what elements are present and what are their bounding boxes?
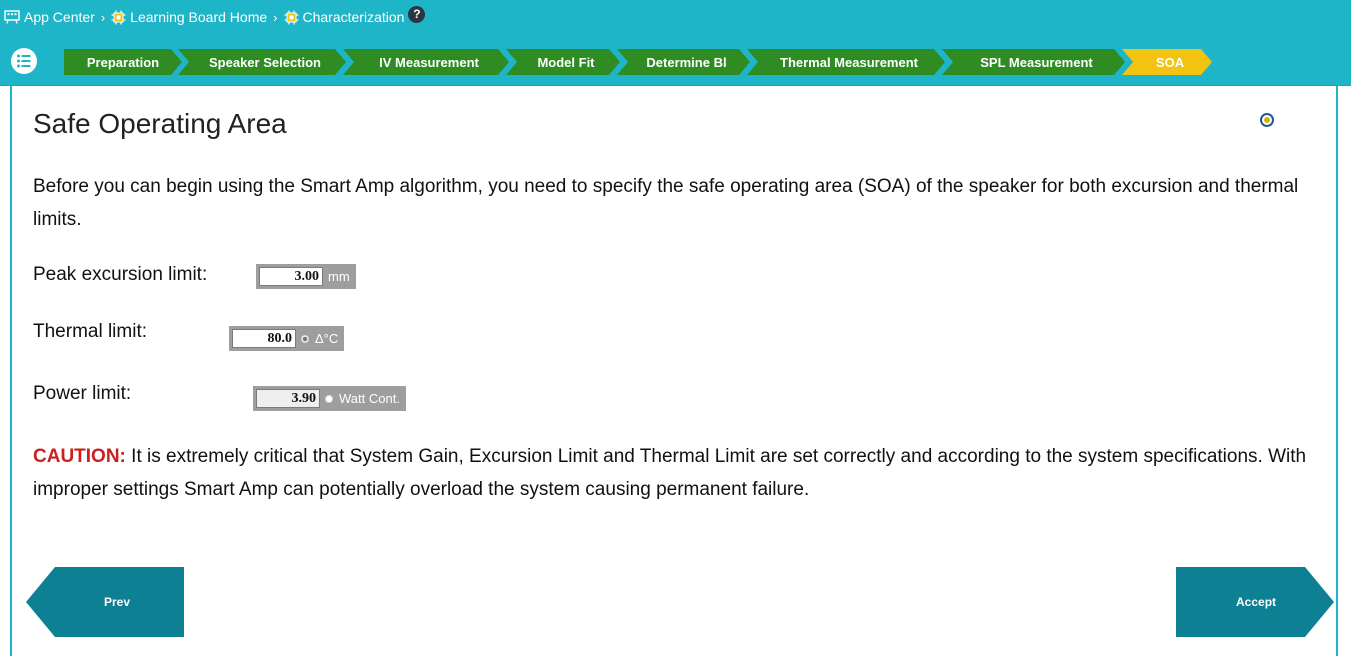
accept-button[interactable]: Accept [1176, 567, 1334, 637]
step-determine-bl[interactable]: Determine Bl [617, 49, 750, 75]
step-thermal-measurement[interactable]: Thermal Measurement [747, 49, 945, 75]
step-label: IV Measurement [379, 54, 479, 70]
breadcrumb-app-center[interactable]: App Center [4, 9, 95, 25]
chevron-right-icon: › [273, 9, 278, 25]
excursion-unit: mm [328, 269, 350, 284]
step-spl-measurement[interactable]: SPL Measurement [942, 49, 1125, 75]
breadcrumb-learning-board-home[interactable]: Learning Board Home [111, 9, 267, 25]
radio-selected-icon[interactable] [301, 334, 309, 343]
breadcrumb-label: App Center [24, 9, 95, 25]
step-model-fit[interactable]: Model Fit [506, 49, 620, 75]
caution-message: It is extremely critical that System Gai… [33, 446, 1307, 500]
power-input[interactable] [256, 389, 320, 408]
power-field: Watt Cont. [253, 386, 406, 411]
breadcrumb: App Center › Learning Board Home › Chara… [4, 5, 426, 27]
step-speaker-selection[interactable]: Speaker Selection [178, 49, 346, 75]
thermal-unit: Δ°C [315, 331, 339, 346]
step-label: Model Fit [537, 54, 595, 70]
thermal-field: Δ°C [229, 326, 345, 351]
excursion-input[interactable] [259, 267, 323, 286]
step-label: SPL Measurement [980, 54, 1093, 70]
accept-label: Accept [1236, 595, 1277, 609]
chip-icon [111, 10, 126, 25]
intro-text: Before you can begin using the Smart Amp… [33, 176, 1299, 230]
thermal-input[interactable] [232, 329, 296, 348]
step-label: Thermal Measurement [780, 54, 918, 70]
status-radio-icon[interactable] [1260, 113, 1274, 127]
thermal-label: Thermal limit: [33, 321, 148, 342]
step-soa[interactable]: SOA [1122, 49, 1212, 75]
prev-button[interactable]: Prev [26, 567, 184, 637]
help-icon[interactable]: ? [408, 5, 426, 23]
top-bar: App Center › Learning Board Home › Chara… [0, 0, 1351, 38]
chip-icon [284, 10, 299, 25]
excursion-field: mm [256, 264, 356, 289]
power-label: Power limit: [33, 383, 132, 404]
list-menu-icon [11, 48, 37, 74]
thermal-unit-option[interactable]: Δ°C [301, 331, 338, 346]
step-label: Speaker Selection [209, 54, 321, 70]
step-label: Determine Bl [646, 54, 727, 70]
board-icon [4, 10, 20, 24]
excursion-label: Peak excursion limit: [33, 264, 208, 285]
chevron-right-icon: › [100, 9, 106, 25]
caution-text: CAUTION: It is extremely critical that S… [33, 440, 1333, 506]
step-preparation[interactable]: Preparation [64, 49, 182, 75]
step-bar: Preparation Speaker Selection IV Measureme… [0, 38, 1351, 86]
radio-unselected-icon[interactable] [325, 394, 333, 403]
page-title: Safe Operating Area [33, 108, 287, 139]
prev-label: Prev [104, 595, 131, 609]
power-unit-option[interactable]: Watt Cont. [325, 391, 400, 406]
step-label: SOA [1155, 54, 1185, 70]
breadcrumb-label: Learning Board Home [130, 9, 268, 25]
step-iv-measurement[interactable]: IV Measurement [343, 49, 509, 75]
breadcrumb-characterization[interactable]: Characterization [284, 9, 405, 25]
caution-label: CAUTION: [33, 446, 126, 467]
power-unit: Watt Cont. [339, 391, 400, 406]
step-label: Preparation [86, 54, 160, 70]
breadcrumb-label: Characterization [302, 9, 405, 25]
menu-button[interactable] [10, 47, 38, 75]
